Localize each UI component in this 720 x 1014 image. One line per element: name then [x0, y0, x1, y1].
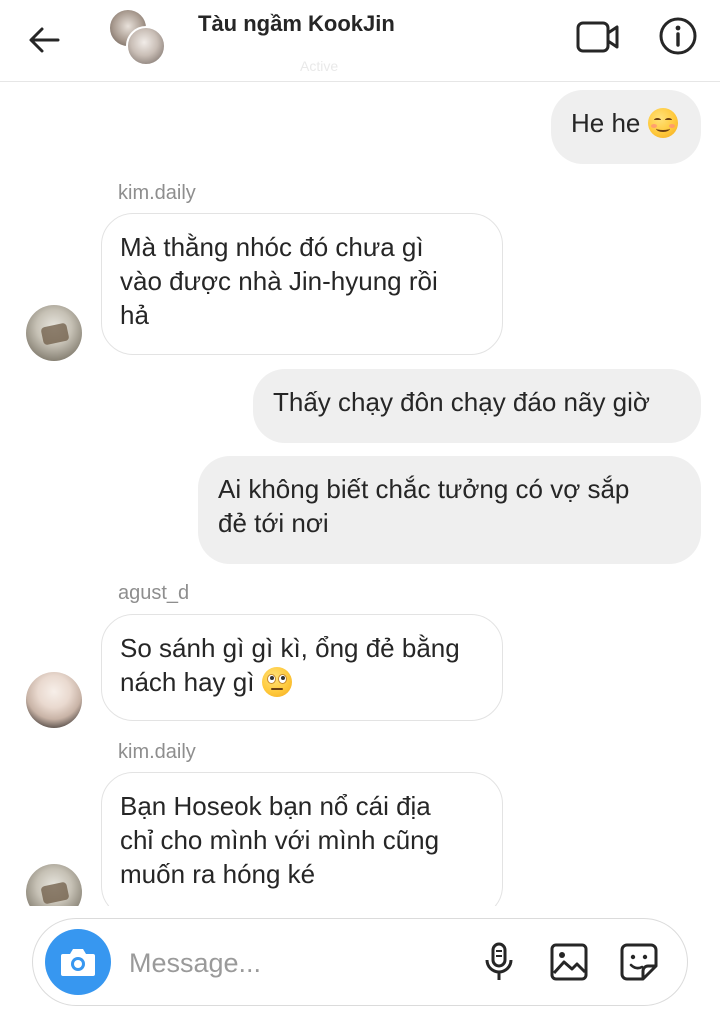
voice-message-button[interactable] — [477, 939, 521, 985]
smiling-face-icon — [647, 108, 678, 138]
message-line: So sánh gì gì kì, ổng đẻ bằng — [120, 633, 460, 663]
message-text: He he — [571, 108, 641, 138]
message-line-with-emoji: nách hay gì — [120, 665, 484, 699]
message-bubble-incoming[interactable]: Bạn Hoseok bạn nổ cái địa chỉ cho mình v… — [101, 772, 503, 906]
message-text: Thấy chạy đôn chạy đáo nãy giờ — [273, 387, 650, 417]
sender-avatar[interactable] — [26, 305, 82, 361]
chat-status: Active — [300, 58, 339, 74]
video-camera-icon — [576, 21, 619, 53]
eye-roll-face-icon — [261, 667, 292, 697]
message-bubble-incoming[interactable]: So sánh gì gì kì, ổng đẻ bằng nách hay g… — [101, 614, 503, 721]
message-input[interactable] — [129, 943, 449, 983]
chat-screen: Tàu ngầm KookJin Active He he kim.daily — [0, 0, 720, 1014]
sender-avatar[interactable] — [26, 864, 82, 906]
message-line: muốn ra hóng ké — [120, 859, 316, 889]
sticker-button[interactable] — [617, 939, 661, 985]
sender-avatar[interactable] — [26, 672, 82, 728]
back-button[interactable] — [24, 20, 64, 60]
group-avatar[interactable] — [108, 8, 166, 66]
gallery-button[interactable] — [547, 939, 591, 985]
video-call-button[interactable] — [574, 16, 622, 58]
sender-name: agust_d — [118, 582, 190, 604]
message-line: hả — [120, 300, 149, 330]
image-icon — [550, 943, 588, 981]
camera-button[interactable] — [45, 929, 111, 995]
chat-title[interactable]: Tàu ngầm KookJin — [198, 11, 395, 37]
message-bubble-incoming[interactable]: Mà thằng nhóc đó chưa gì vào được nhà Ji… — [101, 213, 503, 355]
message-line: Ai không biết chắc tưởng có vợ sắp — [218, 474, 630, 504]
message-bubble-outgoing[interactable]: Ai không biết chắc tưởng có vợ sắp đẻ tớ… — [198, 456, 701, 564]
group-avatar-member-2 — [126, 26, 166, 66]
message-line: vào được nhà Jin-hyung rồi — [120, 266, 438, 296]
microphone-icon — [485, 942, 513, 980]
message-bubble-outgoing[interactable]: He he — [551, 90, 701, 164]
chat-header: Tàu ngầm KookJin Active — [0, 0, 720, 82]
info-button[interactable] — [656, 14, 700, 58]
info-icon — [659, 17, 697, 55]
back-arrow-icon — [29, 27, 60, 53]
message-line: nách hay gì — [120, 667, 255, 697]
message-bubble-outgoing[interactable]: Thấy chạy đôn chạy đáo nãy giờ — [253, 369, 701, 443]
sticker-icon — [620, 943, 658, 981]
camera-icon — [61, 949, 95, 976]
message-line: Mà thằng nhóc đó chưa gì — [120, 232, 424, 262]
message-line: đẻ tới nơi — [218, 508, 329, 538]
sender-name: kim.daily — [118, 182, 196, 204]
message-line: Bạn Hoseok bạn nổ cái địa — [120, 791, 431, 821]
message-composer — [32, 918, 688, 1006]
message-clip-area: Bạn Hoseok bạn nổ cái địa chỉ cho mình v… — [0, 760, 720, 906]
message-line: chỉ cho mình với mình cũng — [120, 825, 440, 855]
